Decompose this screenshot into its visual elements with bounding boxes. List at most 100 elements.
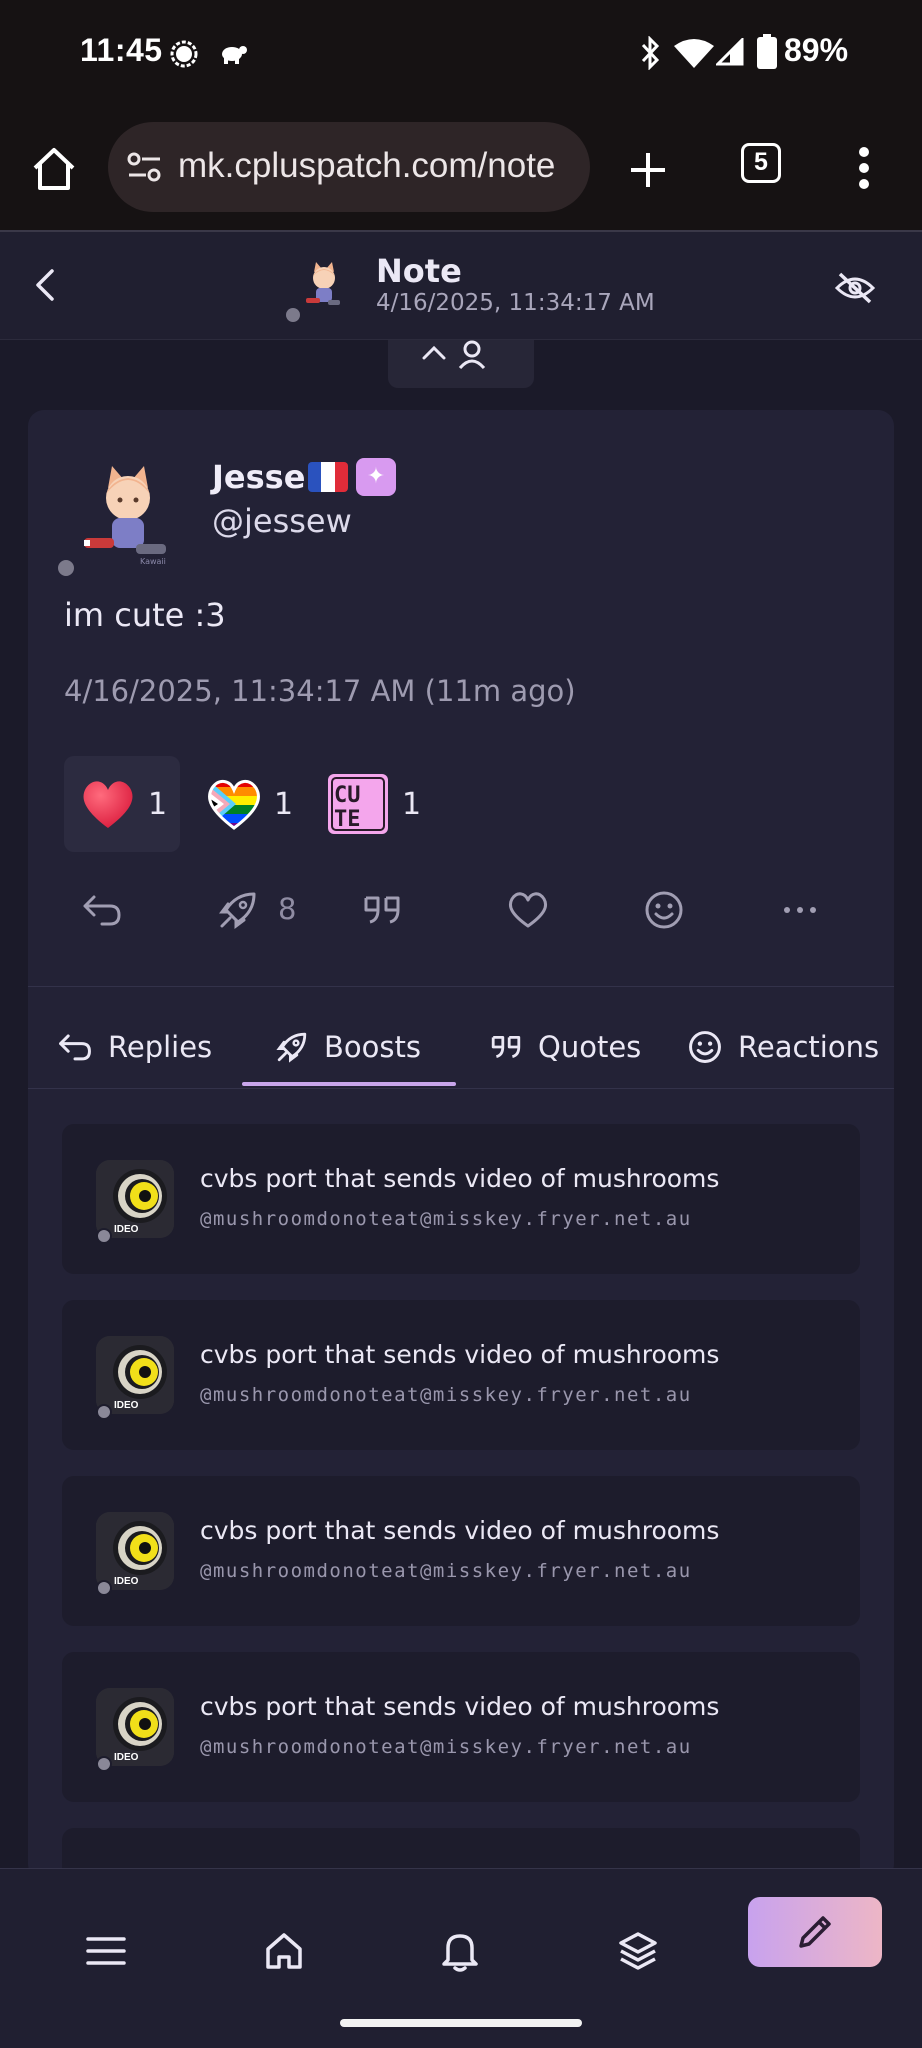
more-menu-icon[interactable] [858,146,870,190]
page-title: Note [376,252,462,290]
tab-replies[interactable]: Replies [58,1002,212,1092]
author-status-dot [56,558,76,578]
address-bar[interactable]: mk.cpluspatch.com/note [108,122,590,212]
notifications-button[interactable] [428,1919,492,1983]
more-actions-button[interactable] [770,880,830,940]
divider [28,986,894,987]
booster-status-dot [96,1228,112,1244]
note-card: Kawaii Jesse ✦ @jessew im cute :3 4/16/2… [28,410,894,1888]
booster-row[interactable]: IDEO cvbs port that sends video of mushr… [62,1652,860,1802]
tab-quotes[interactable]: Quotes [490,1002,641,1092]
tab-reactions[interactable]: Reactions [688,1002,879,1092]
battery-percentage: 89% [784,32,849,68]
like-button[interactable] [498,880,558,940]
note-timestamp[interactable]: 4/16/2025, 11:34:17 AM (11m ago) [64,674,576,708]
new-tab-icon[interactable] [628,150,668,190]
home-button[interactable] [252,1919,316,1983]
avatar-label: IDEO [114,1752,139,1763]
show-context-button[interactable] [388,340,534,388]
wifi-icon [674,39,714,68]
url-text: mk.cpluspatch.com/note [178,146,556,185]
booster-row[interactable]: IDEO cvbs port that sends video of mushr… [62,1124,860,1274]
header-avatar-status-dot [286,308,300,322]
battery-icon [757,34,777,69]
layers-icon [619,1932,657,1970]
hamburger-menu-icon [86,1937,126,1965]
gesture-home-indicator[interactable] [340,2019,582,2027]
reply-button[interactable] [72,880,132,940]
boost-count: 8 [278,892,297,926]
tab-label: Reactions [738,1030,880,1064]
author-avatar[interactable]: Kawaii [62,452,192,582]
header-avatar[interactable] [296,258,352,314]
booster-name: cvbs port that sends video of mushrooms [200,1340,720,1369]
reply-icon [59,1034,91,1061]
booster-row[interactable]: IDEO cvbs port that sends video of mushr… [62,1476,860,1626]
smile-icon [645,891,683,929]
tab-label: Replies [108,1030,213,1064]
france-flag-icon [308,462,348,492]
reaction-pride-heart[interactable]: 1 [206,756,306,852]
bell-icon [442,1934,478,1972]
menu-button[interactable] [74,1919,138,1983]
svg-text:CU: CU [334,783,361,808]
tab-label: Quotes [538,1030,642,1064]
home-icon [266,1933,302,1969]
turtle-icon [222,46,247,64]
tab-switcher-button[interactable]: 5 [741,143,781,183]
cute-emoji-icon: CU TE [328,774,388,834]
compose-button[interactable] [748,1897,882,1967]
tab-label: Boosts [324,1030,421,1064]
rocket-icon [276,1032,307,1063]
reaction-heart[interactable]: 1 [64,756,180,852]
booster-row[interactable]: IDEO cvbs port that sends video of mushr… [62,1300,860,1450]
reaction-count: 1 [148,786,168,822]
page-subtitle: 4/16/2025, 11:34:17 AM [376,290,655,316]
quote-icon [491,1036,521,1058]
browser-toolbar: mk.cpluspatch.com/note 5 [0,106,922,230]
heart-emoji-icon [83,781,133,828]
booster-handle: @mushroomdonoteat@misskey.fryer.net.au [200,1736,692,1758]
reaction-count: 1 [402,786,422,822]
site-settings-icon[interactable] [126,148,164,186]
tab-boosts[interactable]: Boosts [276,1002,421,1092]
page-header: Note 4/16/2025, 11:34:17 AM [0,230,922,340]
active-tab-indicator [242,1082,456,1086]
svg-text:Kawaii: Kawaii [140,557,166,566]
quote-icon [364,896,400,924]
add-reaction-button[interactable] [634,880,694,940]
quote-button[interactable] [352,880,412,940]
back-arrow-icon[interactable] [34,268,56,302]
pencil-icon [799,1916,831,1948]
author-name[interactable]: Jesse [212,458,305,496]
booster-status-dot [96,1580,112,1596]
avatar-label: IDEO [114,1576,139,1587]
chevron-up-user-icon [422,340,486,370]
avatar-label: IDEO [114,1224,139,1235]
smile-icon [689,1031,721,1063]
status-time: 11:45 [80,32,163,68]
booster-status-dot [96,1404,112,1420]
ellipsis-icon [784,907,816,913]
reaction-count: 1 [274,786,294,822]
author-handle[interactable]: @jessew [212,502,352,540]
reaction-cute[interactable]: CU TE 1 [326,756,426,852]
cell-signal-icon [716,38,744,66]
reply-icon [83,895,121,926]
sparkle-badge-icon: ✦ [356,458,396,496]
hide-content-icon[interactable] [834,270,876,306]
bluetooth-icon [641,36,660,70]
pride-heart-emoji-icon [208,780,260,830]
booster-handle: @mushroomdonoteat@misskey.fryer.net.au [200,1208,692,1230]
booster-handle: @mushroomdonoteat@misskey.fryer.net.au [200,1384,692,1406]
booster-name: cvbs port that sends video of mushrooms [200,1692,720,1721]
signal-app-icon [170,40,198,68]
boost-button[interactable] [208,880,268,940]
booster-handle: @mushroomdonoteat@misskey.fryer.net.au [200,1560,692,1582]
booster-name: cvbs port that sends video of mushrooms [200,1164,720,1193]
booster-status-dot [96,1756,112,1772]
timelines-button[interactable] [606,1919,670,1983]
avatar-label: IDEO [114,1400,139,1411]
heart-outline-icon [508,892,548,928]
browser-home-icon[interactable] [30,146,78,192]
